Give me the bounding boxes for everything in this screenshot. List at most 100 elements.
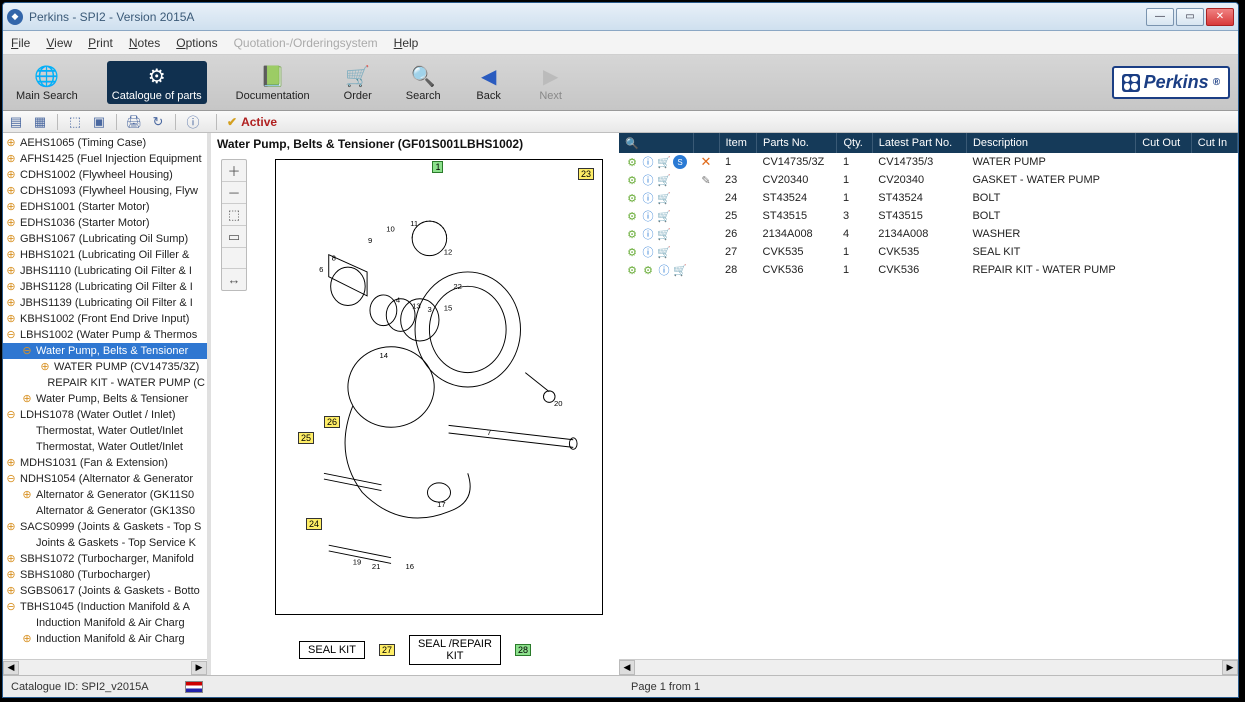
exploded-view[interactable]: 89 1011 1222 413 314 157 2019 2116 176 1… [275, 159, 603, 615]
cart-icon[interactable]: 🛒 [657, 245, 671, 259]
tree-item[interactable]: ⊕SBHS1080 (Turbocharger) [3, 567, 207, 583]
cart-icon[interactable]: 🛒 [673, 263, 687, 277]
parts-hscroll[interactable]: ◀ ▶ [619, 659, 1238, 675]
collapse-icon[interactable]: ⊖ [5, 472, 17, 486]
info-icon[interactable]: ⓘ [641, 191, 655, 205]
catalogue-button[interactable]: ⚙ Catalogue of parts [107, 61, 207, 104]
callout-26[interactable]: 26 [324, 416, 340, 428]
expand-icon[interactable]: ⊕ [5, 168, 17, 182]
menu-notes[interactable]: Notes [129, 36, 160, 50]
tree-item[interactable]: ⊖NDHS1054 (Alternator & Generator [3, 471, 207, 487]
note-icon[interactable]: ✎ [699, 173, 713, 187]
expand-icon[interactable]: ⊕ [5, 520, 17, 534]
print-icon[interactable]: 🖨 [125, 113, 143, 131]
expand-icon[interactable]: ⊕ [5, 248, 17, 262]
table-row[interactable]: ⚙⚙ⓘ🛒28CVK5361CVK536REPAIR KIT - WATER PU… [619, 261, 1238, 279]
callout-25[interactable]: 25 [298, 432, 314, 444]
expand-icon[interactable]: ⊕ [5, 264, 17, 278]
menu-file[interactable]: File [11, 36, 30, 50]
titlebar[interactable]: ◆ Perkins - SPI2 - Version 2015A — ▭ ✕ [3, 3, 1238, 31]
col-latest[interactable]: Latest Part No. [872, 133, 966, 153]
minimize-button[interactable]: — [1146, 8, 1174, 26]
scroll-right-icon[interactable]: ▶ [191, 661, 207, 675]
gear-icon[interactable]: ⚙ [625, 191, 639, 205]
gear-icon[interactable]: ⚙ [625, 227, 639, 241]
maximize-button[interactable]: ▭ [1176, 8, 1204, 26]
tree-item[interactable]: ⊖LDHS1078 (Water Outlet / Inlet) [3, 407, 207, 423]
tree-item[interactable]: ⊖LBHS1002 (Water Pump & Thermos [3, 327, 207, 343]
tree-item[interactable]: ⊕JBHS1110 (Lubricating Oil Filter & I [3, 263, 207, 279]
expand-icon[interactable]: ⊕ [5, 184, 17, 198]
scroll-left-icon[interactable]: ◀ [619, 660, 635, 675]
cart-icon[interactable]: 🛒 [657, 227, 671, 241]
tree-item[interactable]: ⊕Water Pump, Belts & Tensioner [3, 391, 207, 407]
fit-button[interactable]: ⬚ [222, 204, 246, 226]
sidebar-hscroll[interactable]: ◀ ▶ [3, 659, 207, 675]
collapse-icon[interactable]: ⊖ [5, 328, 17, 342]
tree-item[interactable]: ⊕Induction Manifold & Air Charg [3, 631, 207, 647]
table-row[interactable]: ⚙ⓘ🛒25ST435153ST43515BOLT [619, 207, 1238, 225]
expand-icon[interactable]: ⊕ [5, 152, 17, 166]
tree-item[interactable]: ·Alternator & Generator (GK13S0 [3, 503, 207, 519]
callout-24[interactable]: 24 [306, 518, 322, 530]
expand-icon[interactable]: ⊕ [5, 232, 17, 246]
tree-item[interactable]: ⊕MDHS1031 (Fan & Extension) [3, 455, 207, 471]
info-icon[interactable]: ⓘ [184, 113, 202, 131]
tree-item[interactable]: ⊕CDHS1093 (Flywheel Housing, Flyw [3, 183, 207, 199]
cart-icon[interactable]: 🛒 [657, 191, 671, 205]
back-button[interactable]: ◀ Back [470, 61, 508, 104]
tree-item[interactable]: ⊕SACS0999 (Joints & Gaskets - Top S [3, 519, 207, 535]
expand-icon[interactable]: ⊕ [5, 456, 17, 470]
expand-icon[interactable]: ⊕ [5, 136, 17, 150]
expand-icon[interactable]: ⊕ [5, 200, 17, 214]
tree-item[interactable]: ⊕KBHS1002 (Front End Drive Input) [3, 311, 207, 327]
table-row[interactable]: ⚙ⓘ🛒✎23CV203401CV20340GASKET - WATER PUMP [619, 171, 1238, 189]
scroll-left-icon[interactable]: ◀ [3, 661, 19, 675]
info-icon[interactable]: ⓘ [641, 173, 655, 187]
expand-icon[interactable]: ⊕ [5, 312, 17, 326]
tree-item[interactable]: ⊕AFHS1425 (Fuel Injection Equipment [3, 151, 207, 167]
cart-icon[interactable]: 🛒 [657, 173, 671, 187]
tree-icon[interactable]: ▤ [7, 113, 25, 131]
tree-item[interactable]: ·REPAIR KIT - WATER PUMP (C [3, 375, 207, 391]
tree-item[interactable]: ⊕EDHS1036 (Starter Motor) [3, 215, 207, 231]
info-icon[interactable]: ⓘ [657, 263, 671, 277]
zoom-in-button[interactable]: ＋ [222, 160, 246, 182]
s-badge-icon[interactable]: S [673, 155, 687, 169]
col-qty[interactable]: Qty. [837, 133, 872, 153]
col-desc[interactable]: Description [966, 133, 1135, 153]
tree-view[interactable]: ⊕AEHS1065 (Timing Case)⊕AFHS1425 (Fuel I… [3, 133, 207, 659]
callout-28[interactable]: 28 [515, 644, 531, 656]
tree-item[interactable]: ⊖TBHS1045 (Induction Manifold & A [3, 599, 207, 615]
zoom-out-button[interactable]: － [222, 182, 246, 204]
close-button[interactable]: ✕ [1206, 8, 1234, 26]
gear-icon[interactable]: ⚙ [625, 263, 639, 277]
header-search-icon[interactable]: 🔍 [625, 136, 639, 150]
expand-icon[interactable]: ⊕ [5, 296, 17, 310]
tree-item[interactable]: ⊕Alternator & Generator (GK11S0 [3, 487, 207, 503]
expand-icon[interactable]: ⊕ [39, 360, 51, 374]
table-row[interactable]: ⚙ⓘ🛒S✕1CV14735/3Z1CV14735/3WATER PUMP [619, 153, 1238, 171]
expand-icon[interactable]: ⊕ [5, 552, 17, 566]
expand-icon[interactable]: ⊕ [5, 584, 17, 598]
col-item[interactable]: Item [719, 133, 757, 153]
col-cutin[interactable]: Cut In [1191, 133, 1237, 153]
menu-print[interactable]: Print [88, 36, 113, 50]
refresh-icon[interactable]: ↻ [149, 113, 167, 131]
tree-item[interactable]: ⊕GBHS1067 (Lubricating Oil Sump) [3, 231, 207, 247]
tree-item[interactable]: ⊕SBHS1072 (Turbocharger, Manifold [3, 551, 207, 567]
documentation-button[interactable]: 📗 Documentation [231, 61, 315, 104]
info-icon[interactable]: ⓘ [641, 155, 655, 169]
collapse-icon[interactable]: ⊖ [5, 408, 17, 422]
gear-icon[interactable]: ⚙ [625, 155, 639, 169]
tree-item[interactable]: ⊕JBHS1128 (Lubricating Oil Filter & I [3, 279, 207, 295]
tree-item[interactable]: ·Thermostat, Water Outlet/Inlet [3, 439, 207, 455]
expand-icon[interactable]: ⊕ [5, 216, 17, 230]
tree-item[interactable]: ·Thermostat, Water Outlet/Inlet [3, 423, 207, 439]
collapse-icon[interactable]: ⊖ [21, 344, 33, 358]
table-row[interactable]: ⚙ⓘ🛒27CVK5351CVK535SEAL KIT [619, 243, 1238, 261]
cart-icon[interactable]: 🛒 [657, 209, 671, 223]
collapse-icon[interactable]: ⬚ [66, 113, 84, 131]
collapse-icon[interactable]: ⊖ [5, 600, 17, 614]
callout-23[interactable]: 23 [578, 168, 594, 180]
